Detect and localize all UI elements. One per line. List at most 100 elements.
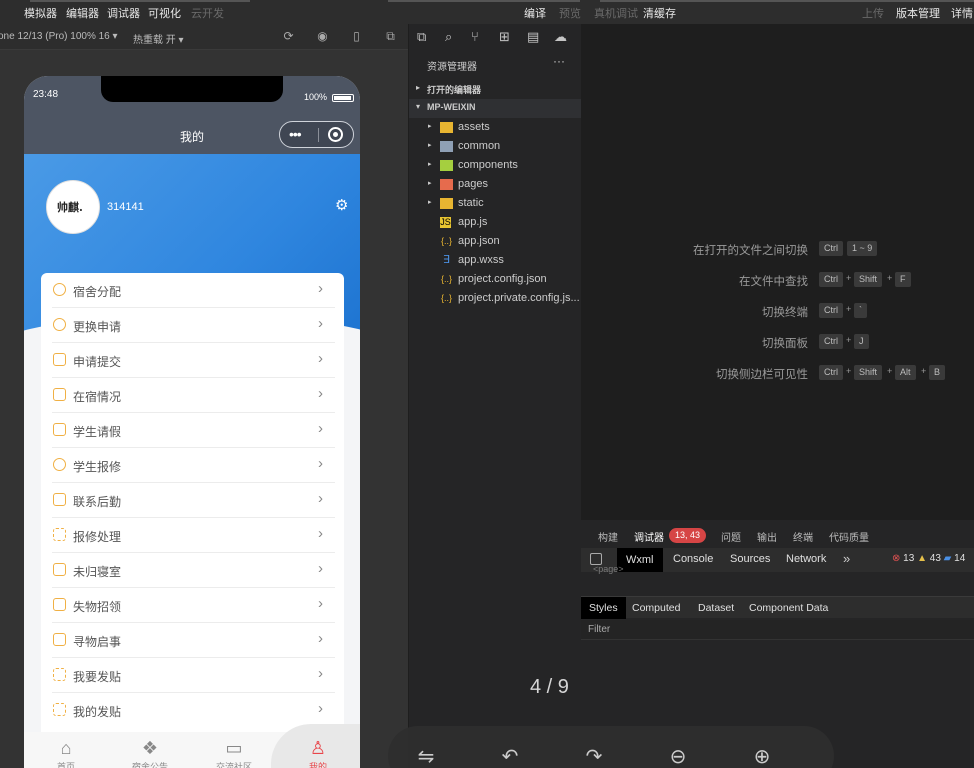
hotreload-toggle[interactable]: 热重载 开 ▾ (133, 31, 184, 46)
menu-item-contact[interactable]: 联系后勤 › (52, 483, 335, 518)
explorer-title: 资源管理器 (427, 62, 477, 73)
tab-problems[interactable]: 问题 (721, 529, 741, 544)
toolbar-version[interactable]: 版本管理 (896, 5, 940, 21)
extensions-icon[interactable]: ⊞ (499, 29, 510, 45)
toolbar-simulator[interactable]: 模拟器 (24, 5, 57, 21)
simulator-panel: one 12/13 (Pro) 100% 16 ▾ 热重载 开 ▾ ⟳ ◉ ▯ … (0, 24, 408, 768)
wxml-page-node[interactable]: <page> (593, 564, 624, 574)
shortcut-switch-files: 在打开的文件之间切换 Ctrl 1 ~ 9 (581, 240, 974, 258)
file-app-json[interactable]: {..} app.json (409, 232, 582, 251)
home-icon: ⌂ (60, 738, 72, 758)
menu-item-repair[interactable]: 学生报修 › (52, 448, 335, 483)
file-assets[interactable]: ▸ assets (409, 118, 582, 137)
miniprogram-capsule[interactable]: ••• (279, 121, 354, 148)
detach-icon[interactable]: ⧉ (384, 30, 397, 43)
menu-item-leave[interactable]: 学生请假 › (52, 413, 335, 448)
menu-item-dorm-assign[interactable]: 宿舍分配 › (52, 273, 335, 308)
my-posts-icon (53, 703, 66, 716)
source-control-icon[interactable]: ⑂ (471, 29, 479, 44)
phone-icon[interactable]: ▯ (350, 30, 363, 43)
toolbar-divider (388, 0, 580, 2)
tab-home[interactable]: ⌂ 首页 (36, 738, 96, 768)
menu-item-not-returned[interactable]: 未归寝室 › (52, 553, 335, 588)
file-static[interactable]: ▸ static (409, 194, 582, 213)
tab-notice[interactable]: ❖ 宿舍公告 (120, 738, 180, 768)
file-pages[interactable]: ▸ pages (409, 175, 582, 194)
rotate-right-icon[interactable]: ↷ (582, 744, 606, 768)
explorer-more-icon[interactable]: ··· (553, 54, 565, 68)
tab-output[interactable]: 输出 (757, 529, 777, 544)
tab-computed[interactable]: Computed (632, 602, 680, 614)
toolbar-visual[interactable]: 可视化 (148, 5, 181, 21)
key-ctrl: Ctrl (819, 241, 843, 256)
tab-dataset[interactable]: Dataset (698, 602, 734, 614)
styles-filter-input[interactable]: Filter (581, 620, 974, 640)
tab-terminal[interactable]: 终端 (793, 529, 813, 544)
chevron-right-icon: ▸ (428, 180, 432, 187)
tab-console[interactable]: Console (673, 553, 713, 565)
menu-item-lost-found[interactable]: 失物招领 › (52, 588, 335, 623)
file-common[interactable]: ▸ common (409, 137, 582, 156)
toolbar-details[interactable]: 详情 (951, 5, 973, 21)
explorer-toolbar: ⧉ ⌕ ⑂ ⊞ ▤ ☁ (409, 24, 582, 52)
toolbar-debugger[interactable]: 调试器 (107, 5, 140, 21)
docker-icon[interactable]: ☁ (554, 29, 567, 45)
files-icon[interactable]: ⧉ (417, 29, 426, 45)
shortcut-find-in-files: 在文件中查找 Ctrl + Shift + F (581, 271, 974, 289)
tab-styles[interactable]: Styles (581, 597, 626, 619)
key-range: 1 ~ 9 (847, 241, 878, 256)
flip-icon[interactable]: ⇋ (414, 744, 438, 768)
tab-mine[interactable]: ♙ 我的 (288, 738, 348, 768)
toolbar-clear-cache[interactable]: 清缓存 (643, 5, 676, 21)
avatar[interactable]: 帅麒. (46, 180, 100, 234)
device-label: one 12/13 (Pro) 100% 16 (0, 31, 110, 42)
file-app-wxss[interactable]: ∃ app.wxss (409, 251, 582, 270)
search-icon[interactable]: ⌕ (445, 29, 452, 45)
tab-label: 首页 (56, 762, 75, 768)
section-project[interactable]: ▾ MP-WEIXIN (409, 99, 582, 118)
more-tabs-icon[interactable]: » (843, 551, 850, 566)
file-project-private-config[interactable]: {..} project.private.config.js... (409, 289, 582, 308)
device-select[interactable]: one 12/13 (Pro) 100% 16 ▾ (0, 31, 118, 42)
toolbar-upload[interactable]: 上传 (862, 5, 884, 21)
menu-item-in-dorm[interactable]: 在宿情况 › (52, 378, 335, 413)
file-project-config[interactable]: {..} project.config.json (409, 270, 582, 289)
more-icon[interactable]: ••• (289, 126, 302, 142)
gear-icon[interactable]: ⚙ (335, 198, 348, 214)
rotate-icon[interactable]: ⟳ (282, 30, 295, 43)
file-app-js[interactable]: JS app.js (409, 213, 582, 232)
menu-item-my-posts[interactable]: 我的发贴 › (52, 693, 335, 728)
zoom-out-icon[interactable]: ⊖ (666, 744, 690, 768)
toolbar-cloud[interactable]: 云开发 (191, 5, 224, 21)
record-icon[interactable]: ◉ (316, 30, 329, 43)
battery-icon (332, 94, 354, 102)
toolbar-compile[interactable]: 编译 (524, 5, 546, 21)
rotate-left-icon[interactable]: ↶ (498, 744, 522, 768)
file-name: app.wxss (458, 254, 504, 266)
tab-network[interactable]: Network (786, 553, 826, 565)
shortcut-label: 切换面板 (762, 338, 808, 350)
section-open-editors[interactable]: ▸ 打开的编辑器 (409, 80, 582, 99)
tab-debugger[interactable]: 调试器 (634, 529, 664, 544)
menu-item-post[interactable]: 我要发贴 › (52, 658, 335, 693)
toolbar-real-debug[interactable]: 真机调试 (594, 5, 638, 21)
tab-wxml[interactable]: Wxml (617, 548, 663, 572)
menu-label: 申请提交 (73, 355, 122, 369)
menu-label: 未归寝室 (73, 565, 122, 579)
menu-item-change-request[interactable]: 更换申请 › (52, 308, 335, 343)
file-components[interactable]: ▸ components (409, 156, 582, 175)
tab-community[interactable]: ▭ 交流社区 (204, 738, 264, 768)
toolbar-preview[interactable]: 预览 (559, 5, 581, 21)
menu-item-repair-handle[interactable]: 报修处理 › (52, 518, 335, 553)
tab-code-quality[interactable]: 代码质量 (829, 529, 869, 544)
tab-build[interactable]: 构建 (598, 529, 618, 544)
toolbar-editor[interactable]: 编辑器 (66, 5, 99, 21)
zoom-in-icon[interactable]: ⊕ (750, 744, 774, 768)
menu-item-submit[interactable]: 申请提交 › (52, 343, 335, 378)
issue-counters[interactable]: ⊗ 13 ▲ 43 ▰ 14 (892, 553, 965, 564)
close-mini-icon[interactable] (328, 127, 343, 142)
menu-item-search-notice[interactable]: 寻物启事 › (52, 623, 335, 658)
tab-component-data[interactable]: Component Data (749, 602, 828, 614)
tab-sources[interactable]: Sources (730, 553, 770, 565)
outline-icon[interactable]: ▤ (527, 29, 539, 45)
